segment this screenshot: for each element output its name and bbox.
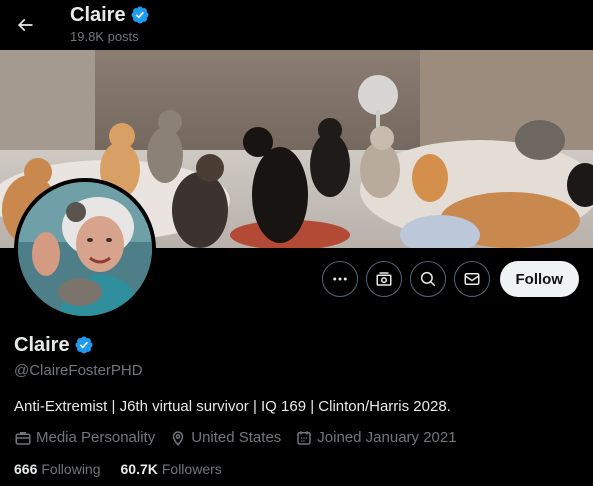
profile-header: Claire 19.8K posts	[0, 0, 593, 50]
profile-stats: 666 Following 60.7K Followers	[14, 459, 579, 479]
money-icon	[376, 272, 391, 286]
avatar-photo	[18, 182, 152, 316]
header-text: Claire 19.8K posts	[70, 3, 150, 45]
subscribe-button[interactable]	[365, 261, 402, 297]
profile-avatar[interactable]	[14, 178, 156, 320]
name-row: Claire	[14, 333, 579, 357]
followers-link[interactable]: 60.7K Followers	[121, 459, 222, 479]
location-item: United States	[169, 428, 281, 448]
following-count: 666	[14, 461, 38, 477]
user-handle: @ClaireFosterPHD	[14, 362, 143, 379]
verified-badge-icon[interactable]	[74, 335, 94, 355]
followers-label: Followers	[161, 461, 222, 477]
profile-actions: Follow	[321, 261, 579, 297]
location-text: United States	[191, 429, 282, 446]
more-button[interactable]	[321, 261, 358, 297]
mail-icon	[464, 273, 479, 285]
location-pin-icon	[172, 431, 184, 446]
category-text: Media Personality	[36, 429, 156, 446]
search-icon	[420, 271, 435, 287]
verified-badge-icon	[131, 6, 149, 24]
following-label: Following	[41, 461, 101, 477]
joined-text: Joined January 2021	[317, 429, 457, 446]
back-button[interactable]	[8, 8, 42, 42]
posts-count: 19.8K posts	[70, 29, 139, 44]
message-button[interactable]	[453, 261, 490, 297]
header-name: Claire	[70, 4, 126, 26]
profile-meta: Media Personality United States Joined J…	[14, 428, 579, 448]
briefcase-icon	[15, 432, 31, 445]
user-bio: Anti-Extremist | J6th virtual survivor |…	[14, 398, 451, 415]
following-link[interactable]: 666 Following	[14, 459, 101, 479]
followers-count: 60.7K	[120, 461, 158, 477]
display-name: Claire	[14, 334, 70, 356]
calendar-icon	[297, 431, 312, 445]
follow-button[interactable]: Follow	[499, 261, 579, 297]
arrow-left-icon	[17, 18, 33, 32]
category-item: Media Personality	[14, 428, 155, 448]
search-button[interactable]	[409, 261, 446, 297]
more-icon	[332, 277, 347, 281]
profile-info: Claire @ClaireFosterPHD Anti-Extremist |…	[14, 333, 579, 479]
joined-item: Joined January 2021	[295, 428, 457, 448]
